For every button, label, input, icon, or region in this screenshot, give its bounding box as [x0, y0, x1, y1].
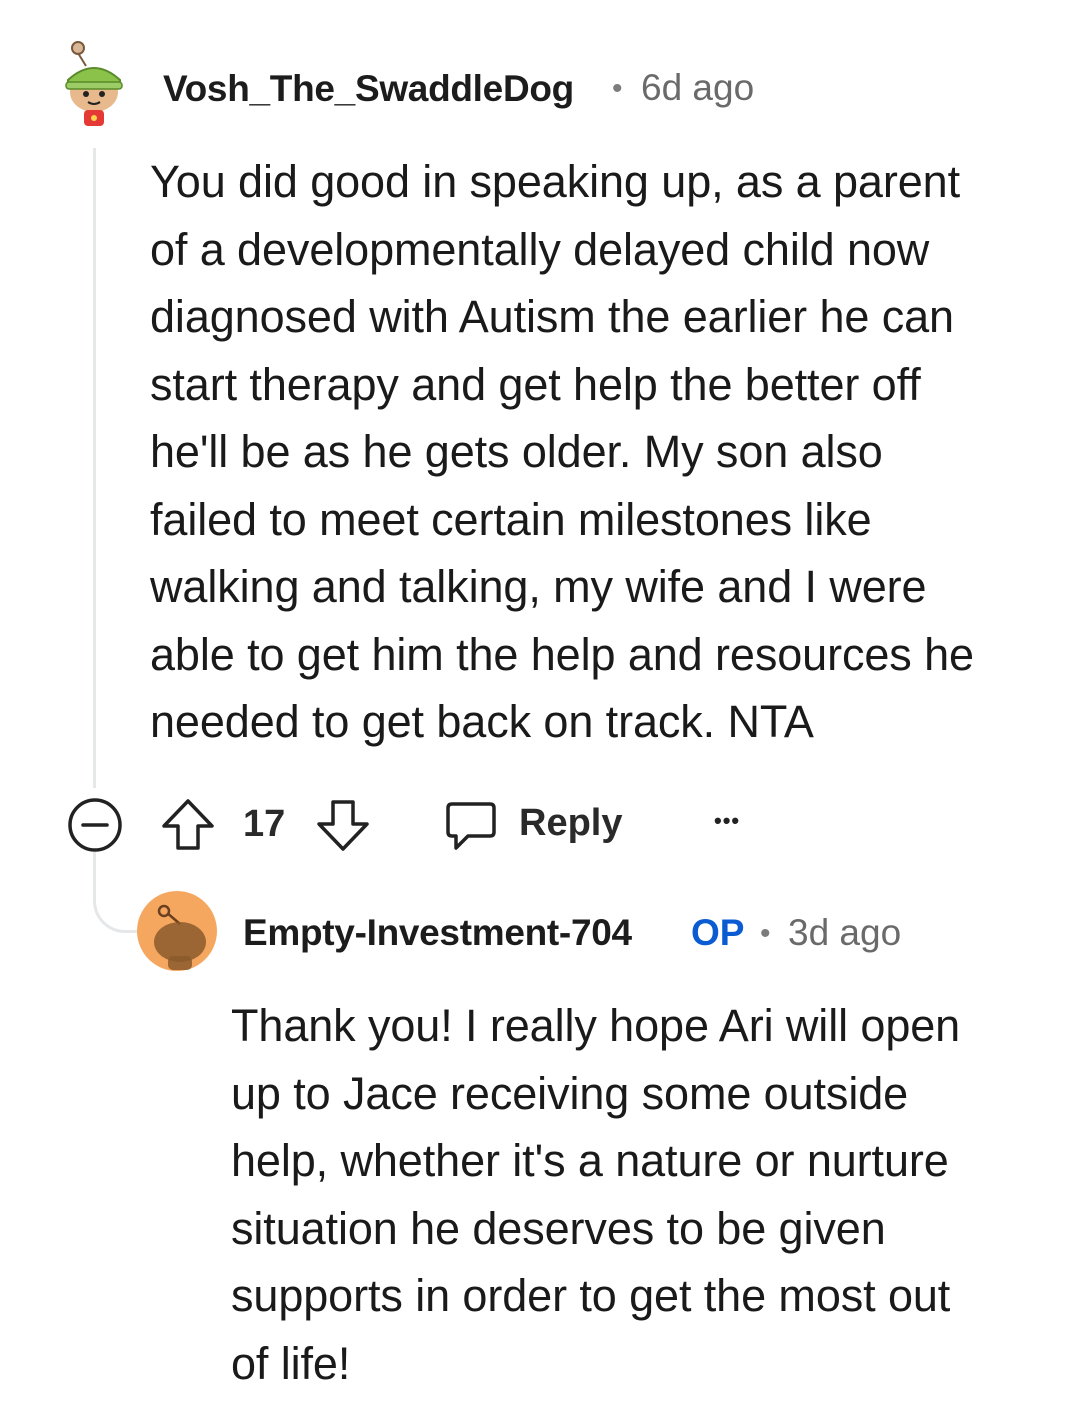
comment-body: You did good in speaking up, as a parent…: [150, 148, 1050, 756]
comment-line: start therapy and get help the better of…: [150, 358, 921, 410]
downvote-arrow-icon[interactable]: [315, 796, 371, 854]
meta-separator: •: [612, 72, 623, 105]
comment-line: You did good in speaking up, as a parent: [150, 156, 960, 207]
user-avatar-icon[interactable]: [60, 40, 128, 130]
op-badge: OP: [691, 912, 745, 953]
more-options-icon[interactable]: •••: [714, 808, 740, 834]
comment-timestamp: 6d ago: [641, 67, 755, 108]
reply-line: help, whether it's a nature or nurture: [231, 1135, 949, 1186]
comment-line: failed to meet certain milestones like: [150, 493, 872, 545]
reply-line: up to Jace receiving some outside: [231, 1067, 909, 1119]
speech-bubble-icon: [444, 798, 498, 854]
reply-username[interactable]: Empty-Investment-704: [243, 912, 632, 954]
collapse-minus-icon[interactable]: [67, 797, 123, 853]
reply-timestamp: 3d ago: [788, 912, 902, 953]
reply-button[interactable]: Reply: [444, 796, 634, 856]
upvote-arrow-icon[interactable]: [160, 796, 216, 854]
reply-line: situation he deserves to be given: [231, 1202, 886, 1254]
comment-line: he'll be as he gets older. My son also: [150, 426, 883, 477]
reply-line: supports in order to get the most out: [231, 1270, 951, 1321]
comment-username[interactable]: Vosh_The_SwaddleDog: [163, 68, 574, 110]
thread-line: [93, 148, 96, 788]
comment-line: diagnosed with Autism the earlier he can: [150, 291, 954, 342]
comment-line: able to get him the help and resources h…: [150, 628, 974, 680]
reply-body: Thank you! I really hope Ari will open u…: [231, 992, 1061, 1397]
reply-label: Reply: [519, 802, 623, 844]
comment-line: of a developmentally delayed child now: [150, 223, 930, 275]
meta-separator: •: [760, 917, 771, 950]
user-avatar-icon[interactable]: [136, 890, 218, 972]
comment-line: needed to get back on track. NTA: [150, 696, 814, 747]
comment-line: walking and talking, my wife and I were: [150, 561, 927, 612]
vote-score: 17: [243, 803, 286, 845]
reply-line: Thank you! I really hope Ari will open: [231, 1000, 961, 1051]
reply-line: of life!: [231, 1337, 351, 1389]
